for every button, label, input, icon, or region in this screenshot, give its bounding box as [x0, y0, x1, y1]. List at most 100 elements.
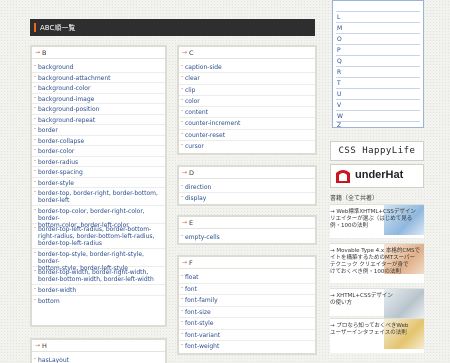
list-item[interactable]: - border-top-left-radius, border-bottom-r…	[32, 224, 165, 249]
rec-line[interactable]: → Web標準XHTML+CSSデザイン	[330, 209, 416, 215]
item-link[interactable]: font	[185, 286, 197, 293]
list-item[interactable]: - counter-reset	[179, 130, 315, 142]
item-link[interactable]: border-width	[38, 287, 76, 294]
list-item[interactable]: - border-spacing	[32, 167, 165, 178]
list-item[interactable]: - font-style	[179, 318, 315, 330]
nav-link-u[interactable]: U	[337, 91, 341, 98]
list-item[interactable]: - counter-increment	[179, 118, 315, 130]
item-link[interactable]: border-collapse	[38, 138, 84, 145]
list-item[interactable]: - clear	[179, 73, 315, 85]
item-link[interactable]: border-radius	[38, 159, 78, 166]
list-item[interactable]: - background-color	[32, 83, 165, 94]
item-link[interactable]: border-top-left-radius, border-bottom-	[38, 226, 151, 233]
list-item[interactable]: - empty-cells	[179, 232, 315, 243]
recommend-text[interactable]: → Movable Type 4.x 本格的CMSで イトを構築するためのMTス…	[330, 248, 424, 276]
list-item[interactable]: - font-weight	[179, 341, 315, 353]
item-link[interactable]: border-spacing	[38, 169, 83, 176]
item-link[interactable]: border-top-color, border-right-color, bo…	[38, 208, 145, 222]
list-item[interactable]: - float	[179, 272, 315, 284]
nav-link-q[interactable]: Q	[337, 58, 342, 65]
list-item[interactable]: - bottom	[32, 296, 165, 307]
list-item[interactable]: - cursor	[179, 141, 315, 152]
rec-line[interactable]: → プロなら知っておくべきWeb	[330, 323, 408, 329]
item-link[interactable]: background-repeat	[38, 117, 95, 124]
item-link[interactable]: background-image	[38, 96, 94, 103]
item-link[interactable]: border-top-style, border-right-style, bo…	[38, 251, 144, 265]
list-item[interactable]: - direction	[179, 182, 315, 193]
list-item[interactable]: - background-repeat	[32, 115, 165, 125]
list-item[interactable]: - border-width	[32, 285, 165, 296]
recommend-item[interactable]: → XHTML+CSSデザイン の使い方	[330, 288, 424, 319]
item-link[interactable]: border-top-left-radius	[38, 240, 102, 247]
item-link[interactable]: float	[185, 274, 198, 281]
item-link[interactable]: background	[38, 64, 74, 71]
nav-link-r[interactable]: R	[337, 69, 341, 76]
item-link[interactable]: background-position	[38, 106, 99, 113]
list-item[interactable]: - font-variant	[179, 330, 315, 341]
css-happylife-banner[interactable]: CSS HappyLife	[330, 141, 424, 161]
item-link[interactable]: font-weight	[185, 343, 219, 350]
list-item[interactable]: - font	[179, 284, 315, 295]
rec-line[interactable]: → XHTML+CSSデザイン	[330, 293, 393, 299]
list-item[interactable]: - border	[32, 125, 165, 136]
item-link[interactable]: border	[38, 127, 58, 134]
item-link[interactable]: font-variant	[185, 332, 220, 339]
list-item[interactable]: - border-top, border-right, border-bottom…	[32, 188, 165, 206]
nav-link-w[interactable]: W	[337, 113, 343, 120]
list-item[interactable]: - border-radius	[32, 157, 165, 167]
item-link[interactable]: border-bottom-width, border-left-width	[38, 276, 154, 283]
recommend-item[interactable]: → Movable Type 4.x 本格的CMSで イトを構築するためのMTス…	[330, 243, 424, 283]
list-item[interactable]: - display	[179, 193, 315, 204]
item-link[interactable]: font-family	[185, 297, 218, 304]
recommend-text[interactable]: → Web標準XHTML+CSSデザイン リエイターが選ぶ（はじめて見る 例・1…	[330, 209, 424, 230]
recommend-text[interactable]: → XHTML+CSSデザイン の使い方	[330, 293, 424, 307]
item-link[interactable]: cursor	[185, 143, 204, 150]
item-link[interactable]: caption-side	[185, 64, 222, 71]
list-item[interactable]: - border-color	[32, 146, 165, 157]
item-link[interactable]: bottom	[38, 298, 60, 305]
nav-link-l[interactable]: L	[337, 14, 340, 21]
item-link[interactable]: border-top-width, border-right-width,	[38, 269, 148, 276]
item-link[interactable]: hasLayout	[38, 357, 69, 363]
item-link[interactable]: clear	[185, 75, 200, 82]
nav-link-o[interactable]: O	[337, 36, 342, 43]
item-link[interactable]: font-style	[185, 320, 214, 327]
item-link[interactable]: counter-increment	[185, 120, 240, 127]
nav-link-t[interactable]: T	[337, 80, 341, 87]
item-link[interactable]: border-top, border-right, border-bottom,	[38, 190, 158, 197]
item-link[interactable]: right-radius, border-bottom-left-radius,	[38, 233, 154, 240]
list-item[interactable]: - border-collapse	[32, 136, 165, 146]
list-item[interactable]: - content	[179, 107, 315, 119]
item-link[interactable]: border-style	[38, 180, 74, 187]
item-link[interactable]: background-attachment	[38, 75, 111, 82]
list-item[interactable]: - background-attachment	[32, 73, 165, 83]
recommend-text[interactable]: → プロなら知っておくべきWeb ユーザーインタフェイスの法則	[330, 323, 424, 337]
list-item[interactable]: - background-image	[32, 94, 165, 104]
list-item[interactable]: - font-family	[179, 295, 315, 307]
underhat-banner[interactable]: underHat	[330, 164, 424, 188]
item-link[interactable]: empty-cells	[185, 234, 220, 241]
list-item[interactable]: - clip	[179, 85, 315, 96]
list-item[interactable]: - border-style	[32, 178, 165, 188]
item-link[interactable]: background-color	[38, 85, 90, 92]
list-item[interactable]: - hasLayout	[32, 355, 165, 363]
rec-line[interactable]: → Movable Type 4.x 本格的CMSで	[330, 248, 420, 254]
item-link[interactable]: clip	[185, 87, 195, 94]
item-link[interactable]: font-size	[185, 309, 211, 316]
nav-link-v[interactable]: V	[337, 102, 341, 109]
list-item[interactable]: - caption-side	[179, 62, 315, 74]
list-item[interactable]: - font-size	[179, 307, 315, 318]
list-item[interactable]: - border-top-style, border-right-style, b…	[32, 249, 165, 272]
item-link[interactable]: border-left	[38, 197, 69, 204]
list-item[interactable]: - border-top-color, border-right-color, b…	[32, 206, 165, 229]
item-link[interactable]: border-color	[38, 148, 74, 155]
list-item[interactable]: - background-position	[32, 104, 165, 115]
list-item[interactable]: - color	[179, 96, 315, 108]
item-link[interactable]: direction	[185, 184, 211, 191]
nav-link-p[interactable]: P	[337, 47, 341, 54]
item-link[interactable]: display	[185, 195, 206, 202]
item-link[interactable]: content	[185, 109, 208, 116]
nav-link-m[interactable]: M	[337, 25, 342, 32]
item-link[interactable]: counter-reset	[185, 132, 225, 139]
recommend-item[interactable]: → プロなら知っておくべきWeb ユーザーインタフェイスの法則	[330, 318, 424, 353]
